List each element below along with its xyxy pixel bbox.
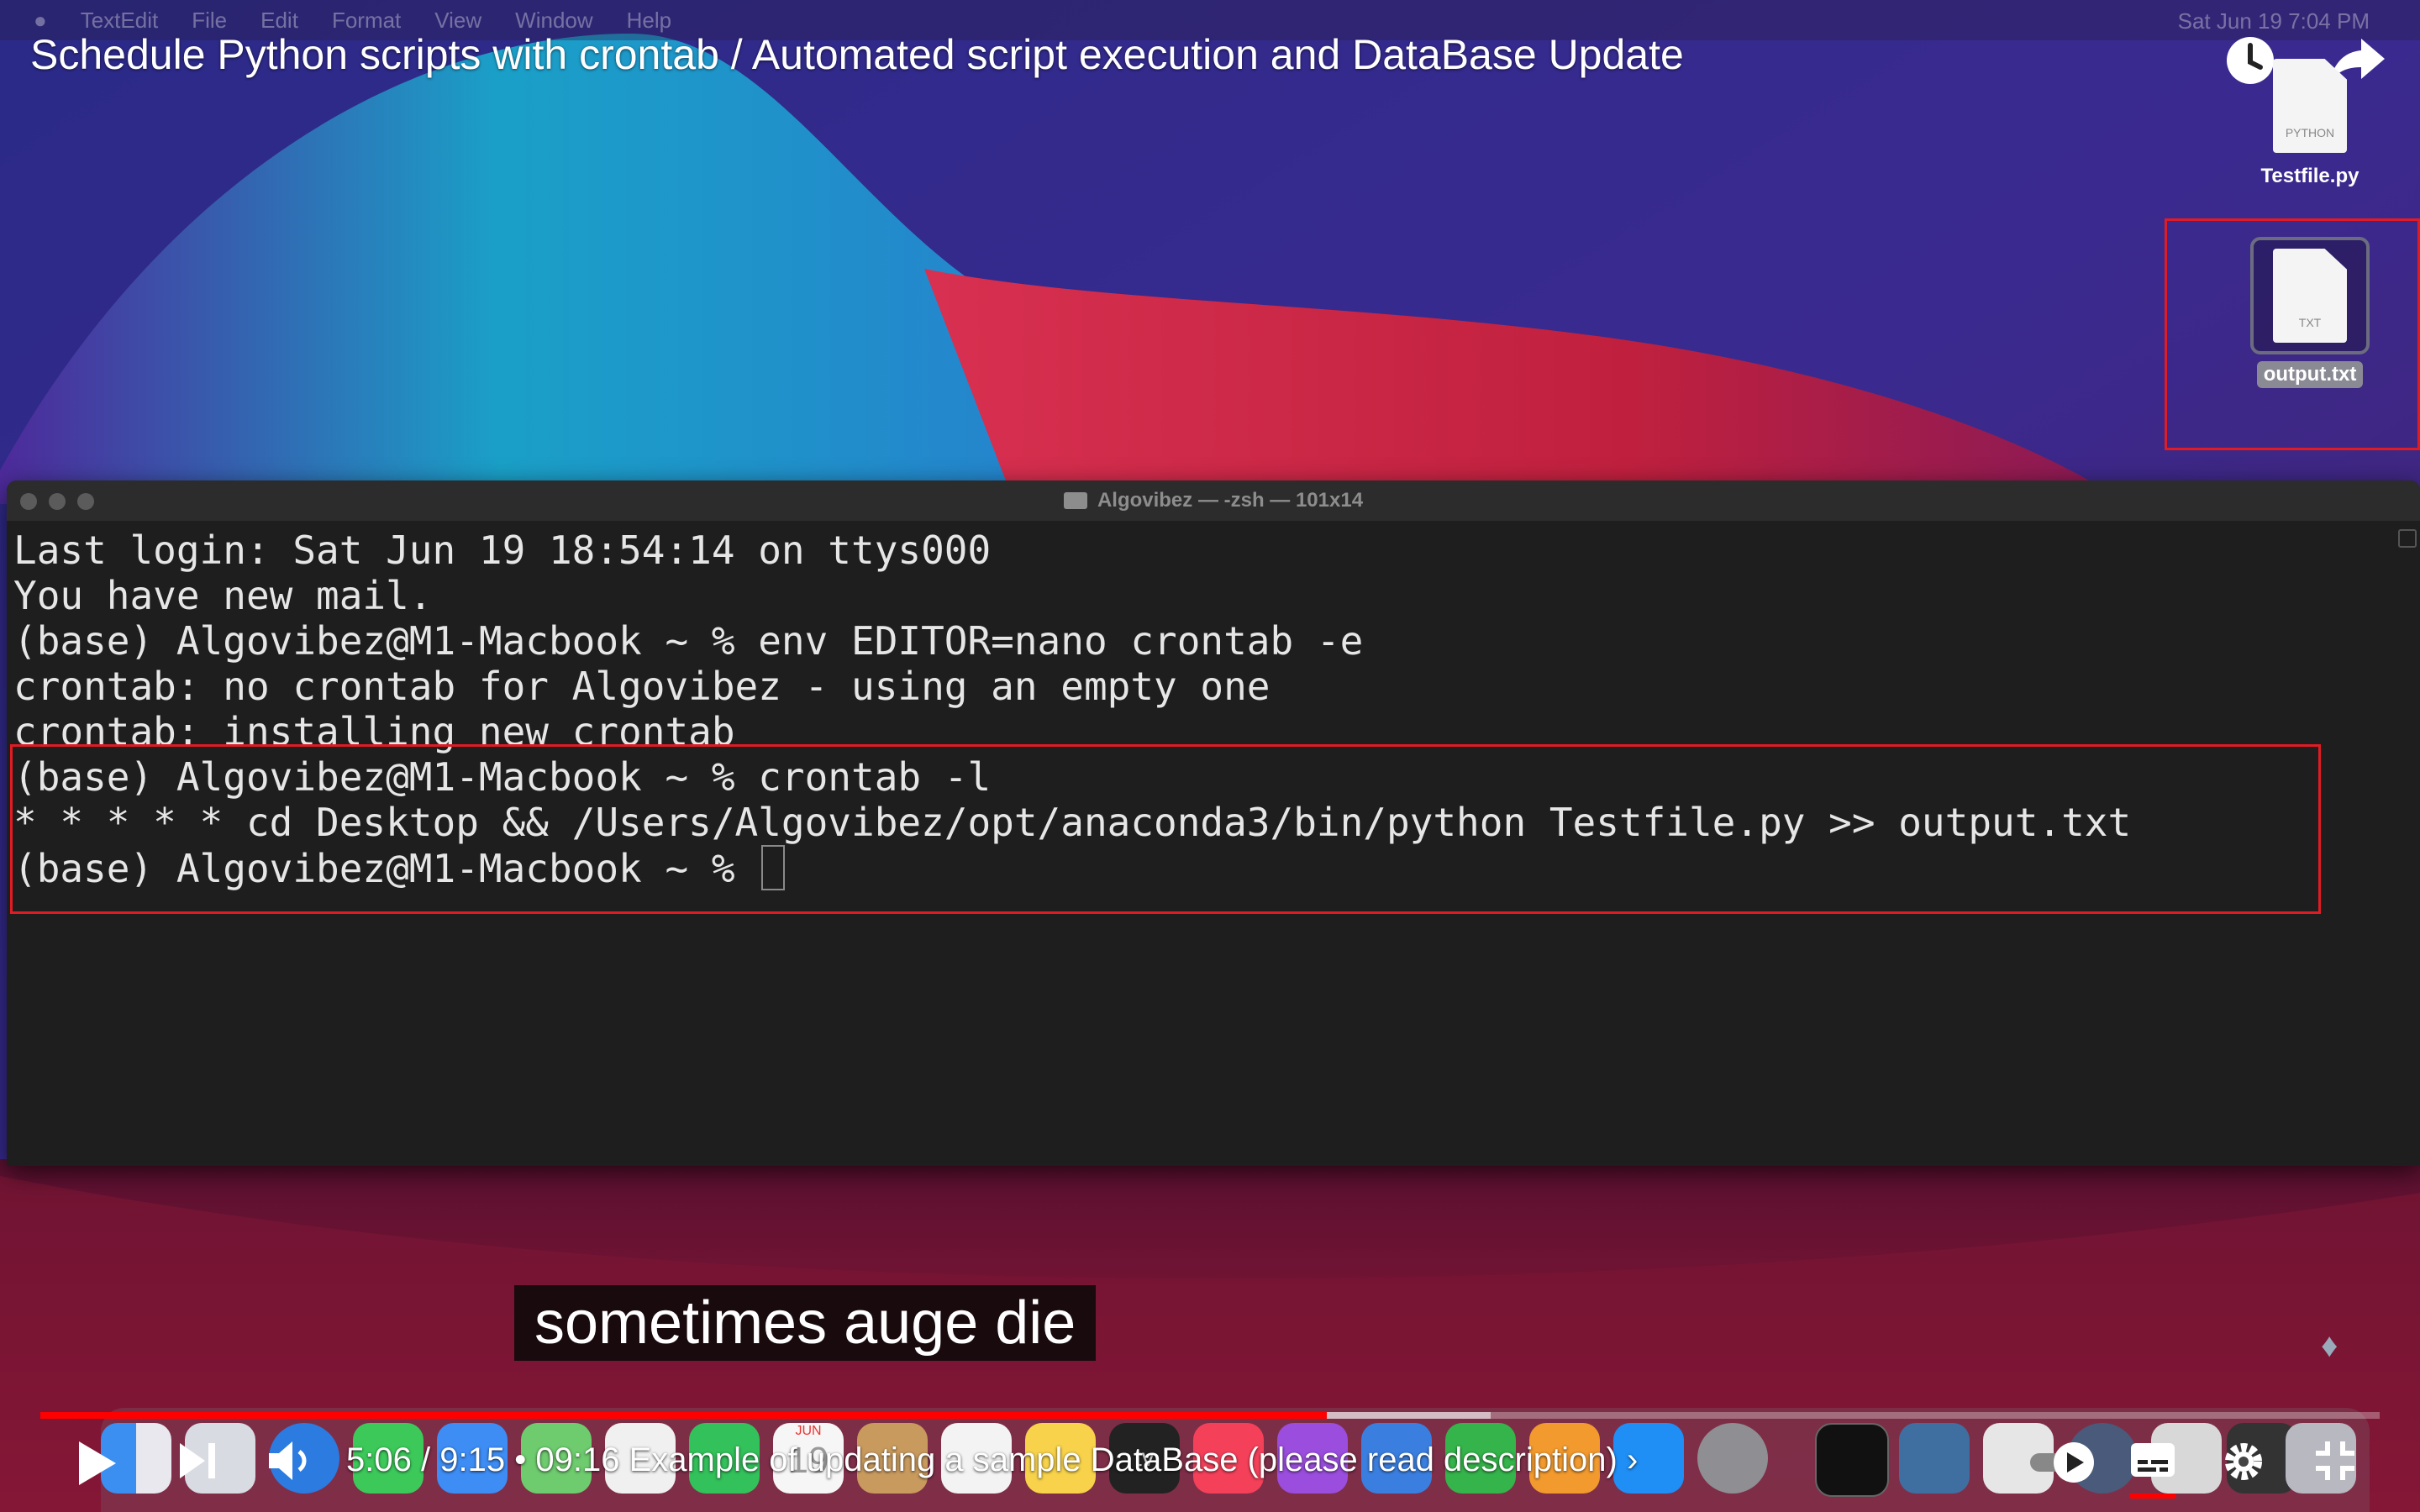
duration: 9:15 bbox=[439, 1441, 506, 1478]
video-progress-bar[interactable] bbox=[40, 1412, 2380, 1419]
menu-app-name[interactable]: TextEdit bbox=[81, 8, 159, 34]
menubar-clock[interactable]: Sat Jun 19 7:04 PM bbox=[2178, 8, 2370, 34]
menu-help[interactable]: Help bbox=[627, 8, 671, 34]
menu-file[interactable]: File bbox=[192, 8, 227, 34]
desktop: ● TextEdit File Edit Format View Window … bbox=[0, 0, 2420, 1512]
minimize-button[interactable] bbox=[49, 493, 66, 510]
settings-gear-icon[interactable] bbox=[2222, 1440, 2265, 1483]
terminal-titlebar[interactable]: Algovibez — -zsh — 101x14 bbox=[7, 480, 2420, 521]
desktop-icon-testfile[interactable]: PYTHON Testfile.py bbox=[2238, 59, 2381, 188]
highlight-box-crontab bbox=[10, 744, 2321, 914]
subtitles-active-indicator bbox=[2129, 1494, 2176, 1499]
player-controls: 5:06 / 9:15 • 09:16 Example of updating … bbox=[0, 1420, 2420, 1512]
scroll-indicator-icon[interactable] bbox=[2398, 529, 2417, 548]
desktop-icon-label: output.txt bbox=[2256, 361, 2364, 388]
close-button[interactable] bbox=[20, 493, 37, 510]
video-title[interactable]: Schedule Python scripts with crontab / A… bbox=[30, 30, 1684, 79]
time-separator: / bbox=[420, 1441, 431, 1478]
txt-file-icon: TXT bbox=[2273, 249, 2347, 343]
python-file-icon: PYTHON bbox=[2273, 59, 2347, 153]
channel-watermark-icon[interactable]: ♦ bbox=[2321, 1327, 2361, 1378]
zoom-button[interactable] bbox=[77, 493, 94, 510]
progress-played bbox=[40, 1412, 1328, 1419]
volume-icon[interactable] bbox=[266, 1440, 316, 1482]
desktop-icon-label: Testfile.py bbox=[2260, 165, 2360, 187]
menu-view[interactable]: View bbox=[434, 8, 481, 34]
menu-window[interactable]: Window bbox=[515, 8, 592, 34]
desktop-icon-output[interactable]: TXT output.txt bbox=[2238, 237, 2381, 388]
terminal-line: crontab: no crontab for Algovibez - usin… bbox=[13, 664, 1270, 709]
chapter-title[interactable]: 09:16 Example of updating a sample DataB… bbox=[535, 1441, 1617, 1478]
next-icon[interactable] bbox=[176, 1440, 218, 1482]
terminal-line: (base) Algovibez@M1-Macbook ~ % env EDIT… bbox=[13, 618, 1364, 664]
exit-fullscreen-icon[interactable] bbox=[2314, 1440, 2356, 1482]
video-caption: sometimes auge die bbox=[514, 1285, 1097, 1361]
terminal-line: You have new mail. bbox=[13, 573, 433, 618]
play-icon[interactable] bbox=[76, 1440, 118, 1487]
chapter-separator: • bbox=[514, 1441, 527, 1478]
menu-format[interactable]: Format bbox=[332, 8, 401, 34]
time-display: 5:06 / 9:15 • 09:16 Example of updating … bbox=[346, 1441, 1638, 1479]
apple-icon[interactable]: ● bbox=[34, 8, 47, 34]
subtitles-icon[interactable] bbox=[2129, 1440, 2176, 1482]
chapter-arrow-icon[interactable]: › bbox=[1627, 1441, 1638, 1478]
terminal-line: Last login: Sat Jun 19 18:54:14 on ttys0… bbox=[13, 528, 992, 573]
menu-edit[interactable]: Edit bbox=[260, 8, 298, 34]
folder-icon bbox=[1063, 492, 1087, 509]
autoplay-toggle[interactable] bbox=[2027, 1438, 2097, 1485]
terminal-title: Algovibez — -zsh — 101x14 bbox=[1097, 489, 1364, 512]
current-time: 5:06 bbox=[346, 1441, 412, 1478]
